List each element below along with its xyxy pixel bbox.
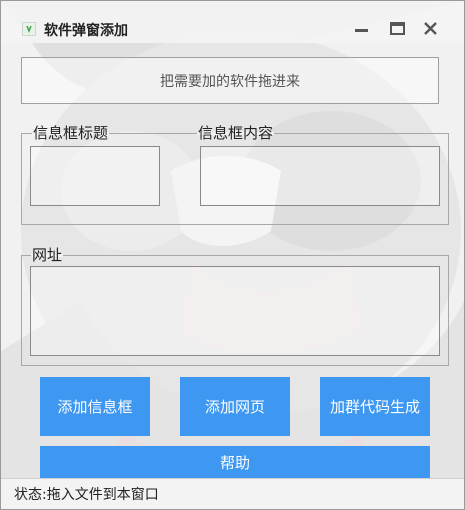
url-label: 网址 [31, 246, 64, 264]
url-input[interactable] [30, 266, 440, 356]
window-title: 软件弹窗添加 [44, 23, 128, 39]
minimize-button[interactable] [349, 15, 375, 41]
status-bar: 状态:拖入文件到本窗口 [1, 478, 464, 509]
close-button[interactable] [418, 15, 444, 41]
add-webpage-label: 添加网页 [204, 398, 265, 416]
generate-group-code-button[interactable]: 加群代码生成 [320, 377, 430, 436]
close-icon [424, 22, 437, 35]
help-button[interactable]: 帮助 [40, 446, 430, 478]
drop-zone[interactable]: 把需要加的软件拖进来 [21, 57, 439, 104]
generate-group-code-label: 加群代码生成 [329, 398, 420, 416]
help-label: 帮助 [219, 453, 250, 472]
app-window: 软件弹窗添加 把需要加的软件拖进来 信息框标题 信息框内容 网址 添加信息框 添… [0, 0, 465, 510]
info-content-input[interactable] [200, 146, 440, 206]
status-text: 状态:拖入文件到本窗口 [14, 487, 159, 503]
title-bar: 软件弹窗添加 [1, 1, 464, 43]
maximize-button[interactable] [384, 15, 410, 41]
drop-zone-label: 把需要加的软件拖进来 [160, 73, 300, 90]
maximize-icon [390, 22, 405, 35]
info-title-label: 信息框标题 [32, 124, 110, 142]
info-content-label: 信息框内容 [197, 124, 275, 142]
app-icon [22, 22, 36, 36]
add-info-box-label: 添加信息框 [57, 398, 133, 416]
add-webpage-button[interactable]: 添加网页 [180, 377, 290, 436]
minimize-icon [355, 29, 368, 32]
info-title-input[interactable] [30, 146, 160, 206]
add-info-box-button[interactable]: 添加信息框 [40, 377, 150, 436]
